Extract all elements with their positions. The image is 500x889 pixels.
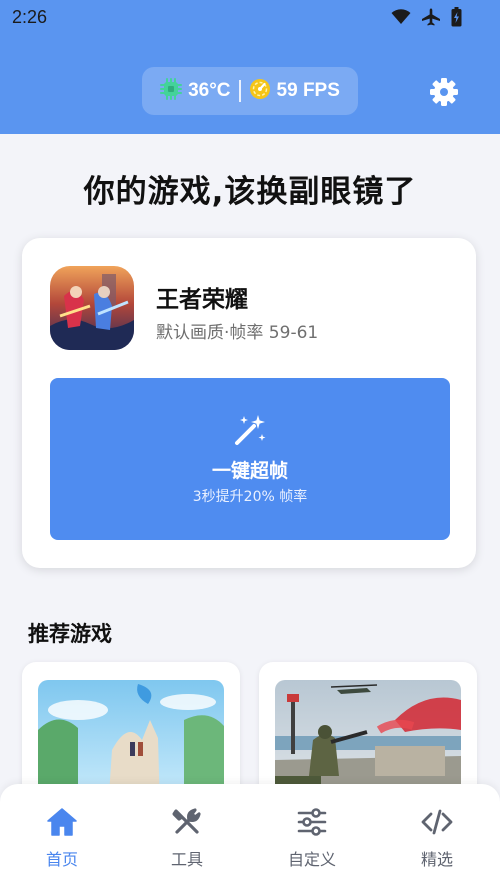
nav-item-tools[interactable]: 工具	[142, 806, 232, 872]
fps-value: 59 FPS	[276, 80, 340, 101]
tools-icon	[171, 806, 203, 842]
status-time: 2:26	[12, 7, 48, 27]
top-header: 2:26 36°C 59 FPS	[0, 0, 500, 134]
performance-stats-pill: 36°C 59 FPS	[142, 67, 358, 115]
current-game-card: 王者荣耀 默认画质·帧率 59-61 一键超帧 3秒提升20% 帧率	[22, 238, 476, 568]
bottom-navigation: 首页 工具 自定义 精选	[0, 784, 500, 889]
speedometer-icon	[249, 78, 271, 104]
airplane-icon	[421, 8, 441, 26]
settings-button[interactable]	[428, 76, 460, 108]
wifi-icon	[391, 9, 411, 25]
game-icon[interactable]	[50, 266, 134, 350]
nav-item-featured[interactable]: 精选	[392, 806, 482, 872]
battery-icon	[451, 7, 462, 27]
boost-button-sub: 3秒提升20% 帧率	[192, 489, 308, 505]
page-headline: 你的游戏,该换副眼镜了	[83, 174, 417, 210]
magic-wand-icon	[232, 412, 268, 452]
one-click-boost-button[interactable]: 一键超帧 3秒提升20% 帧率	[50, 378, 450, 540]
nav-label-customize: 自定义	[287, 850, 336, 869]
boost-button-label: 一键超帧	[211, 460, 288, 482]
nav-label-tools: 工具	[170, 850, 203, 869]
temperature-stat: 36°C	[160, 78, 231, 104]
fps-stat: 59 FPS	[249, 78, 340, 104]
chip-icon	[160, 78, 183, 104]
status-icons	[391, 6, 462, 28]
gear-icon	[428, 78, 460, 112]
game-quality-info: 默认画质·帧率 59-61	[156, 323, 319, 343]
nav-label-home: 首页	[45, 850, 78, 869]
status-bar: 2:26	[0, 0, 500, 34]
home-icon	[46, 806, 78, 842]
nav-item-customize[interactable]: 自定义	[267, 806, 357, 872]
recommended-section-title: 推荐游戏	[28, 622, 112, 646]
sliders-icon	[296, 806, 328, 842]
code-icon	[421, 806, 453, 842]
stats-divider	[238, 80, 241, 102]
nav-item-home[interactable]: 首页	[17, 806, 107, 872]
temperature-value: 36°C	[188, 80, 231, 101]
nav-label-featured: 精选	[420, 850, 453, 869]
game-title: 王者荣耀	[156, 287, 248, 313]
